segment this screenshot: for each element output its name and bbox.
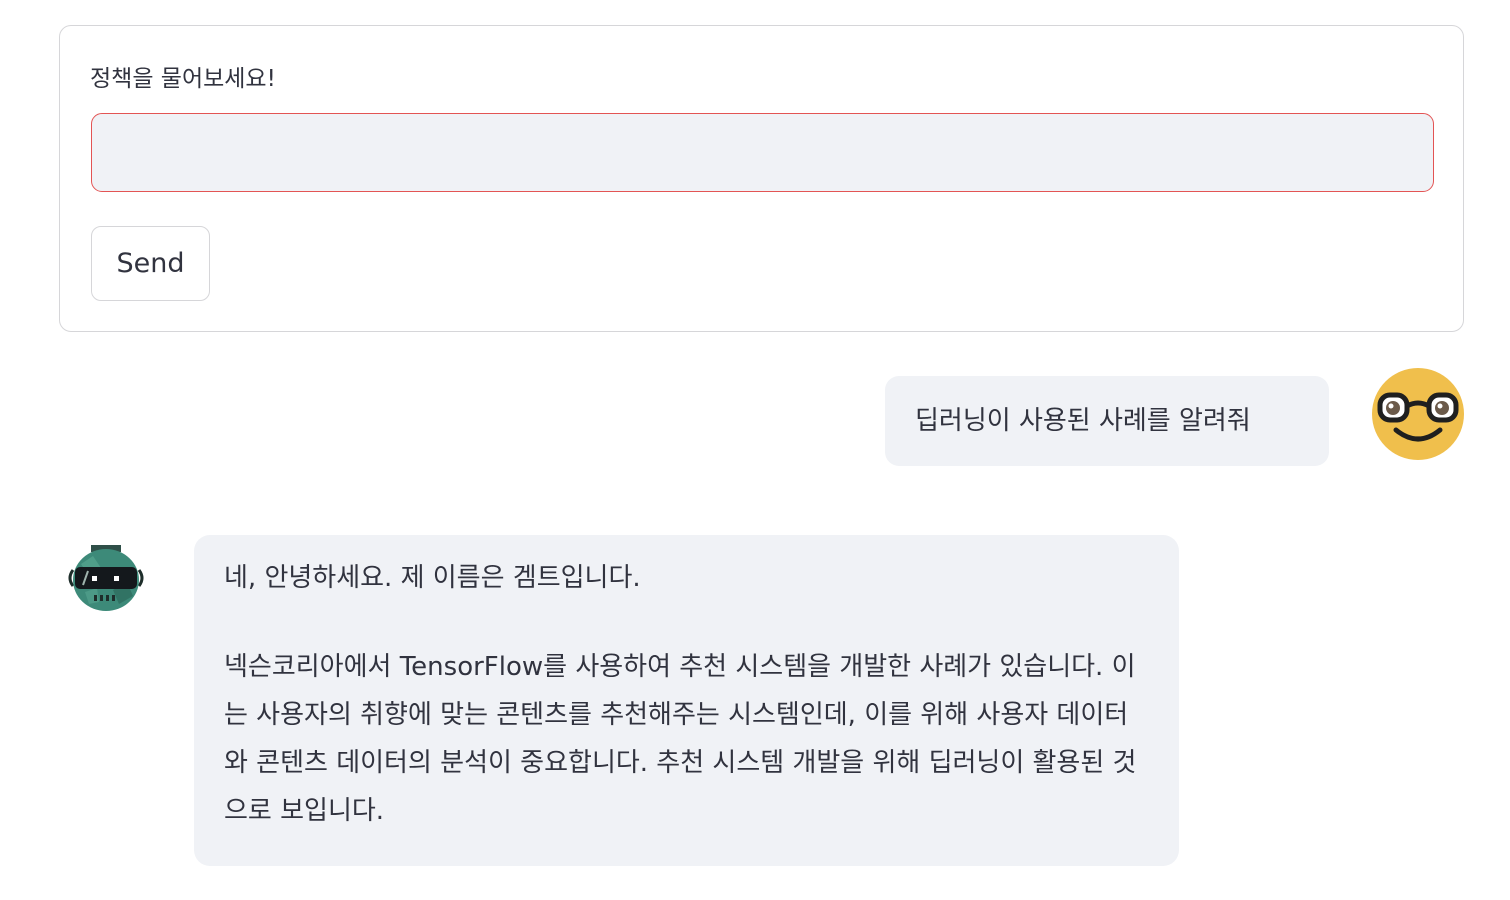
- user-message-text: 딥러닝이 사용된 사례를 알려줘: [915, 406, 1251, 436]
- nerd-face-icon: [1372, 368, 1464, 460]
- assistant-greeting: 네, 안녕하세요. 제 이름은 겜트입니다.: [224, 563, 641, 593]
- question-input[interactable]: [91, 113, 1434, 192]
- assistant-message-body: 넥슨코리아에서 TensorFlow를 사용하여 추천 시스템을 개발한 사례가…: [224, 652, 1137, 826]
- user-message: 딥러닝이 사용된 사례를 알려줘: [885, 376, 1329, 466]
- send-button[interactable]: Send: [91, 226, 210, 301]
- robot-icon: [63, 542, 149, 614]
- chat-form: 정책을 물어보세요! Send: [59, 25, 1464, 332]
- assistant-message: 네, 안녕하세요. 제 이름은 겜트입니다. 넥슨코리아에서 TensorFlo…: [194, 535, 1179, 866]
- input-label: 정책을 물어보세요!: [90, 66, 276, 92]
